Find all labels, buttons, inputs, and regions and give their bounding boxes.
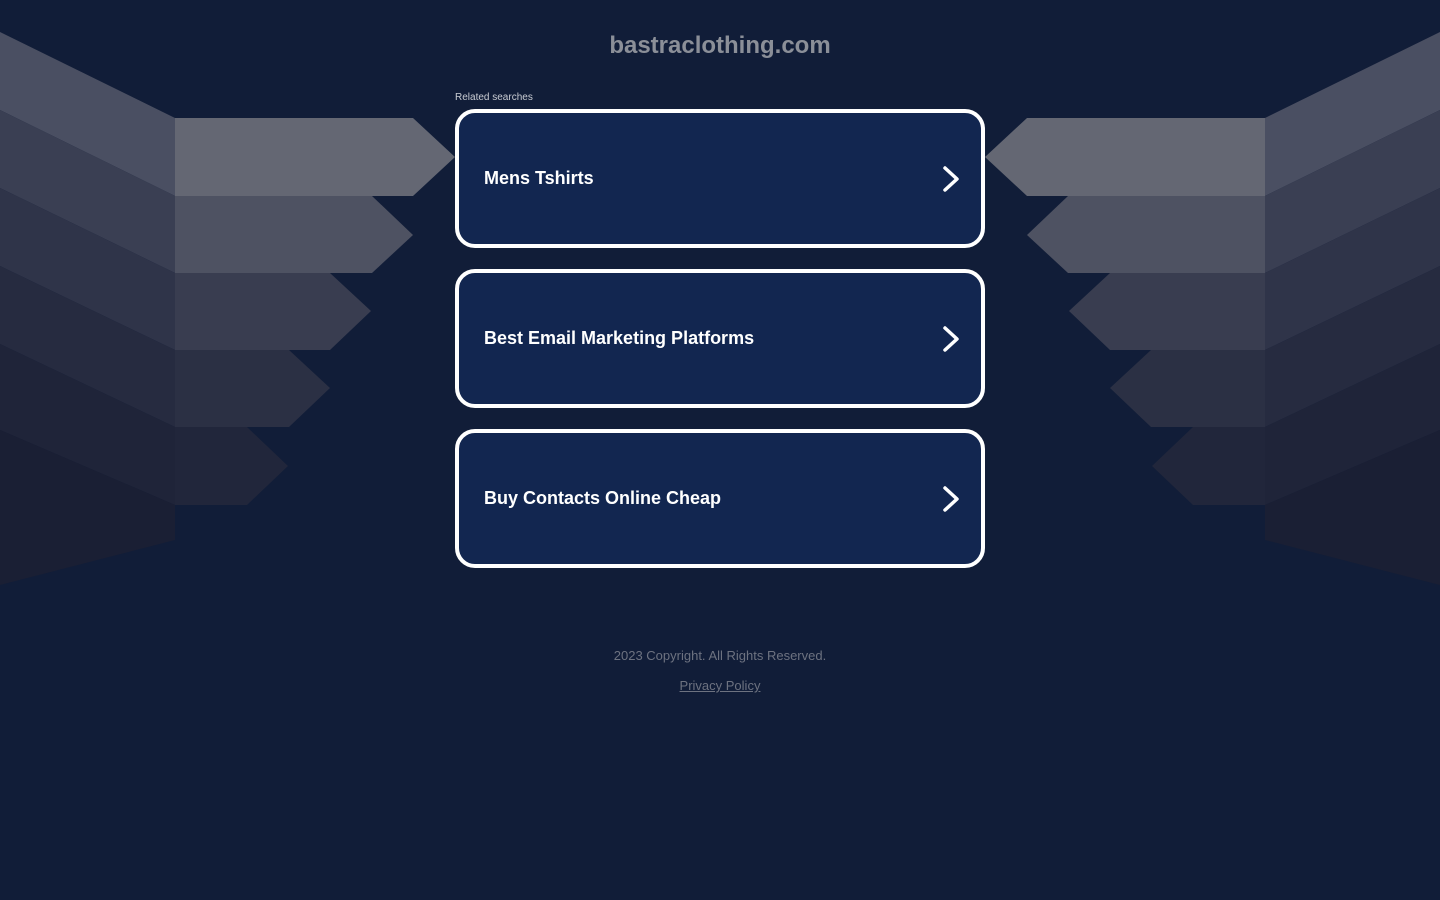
- related-search-link-label: Mens Tshirts: [484, 168, 594, 188]
- privacy-policy-link[interactable]: Privacy Policy: [680, 678, 761, 693]
- related-search-link-mens-tshirts[interactable]: Mens Tshirts: [455, 109, 985, 248]
- footer-privacy: Privacy Policy: [0, 678, 1440, 694]
- parked-domain-page: bastraclothing.com Related searches Mens…: [0, 0, 1440, 900]
- related-search-link-label: Buy Contacts Online Cheap: [484, 488, 722, 508]
- related-search-list: Mens Tshirts Best Email Marketing Platfo…: [455, 109, 985, 589]
- related-searches-label: Related searches: [455, 92, 533, 103]
- related-search-link-buy-contacts-online-cheap[interactable]: Buy Contacts Online Cheap: [455, 429, 985, 568]
- related-search-link-best-email-marketing-platforms[interactable]: Best Email Marketing Platforms: [455, 269, 985, 408]
- chevron-right-icon: [943, 486, 959, 512]
- chevron-right-icon: [943, 166, 959, 192]
- chevron-right-icon: [943, 326, 959, 352]
- footer-copyright: 2023 Copyright. All Rights Reserved.: [613, 648, 827, 663]
- site-title: bastraclothing.com: [609, 32, 831, 59]
- related-search-link-label: Best Email Marketing Platforms: [484, 328, 755, 348]
